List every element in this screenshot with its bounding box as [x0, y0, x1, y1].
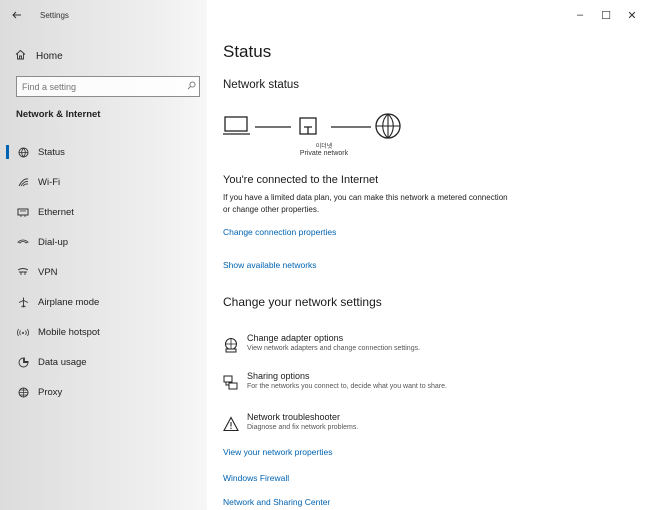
sidebar-item-ethernet[interactable]: Ethernet: [0, 197, 207, 227]
ethernet-port-icon: [299, 117, 317, 135]
view-network-properties-link[interactable]: View your network properties: [223, 447, 332, 457]
back-button[interactable]: [4, 2, 30, 28]
home-icon: [8, 47, 32, 65]
option-description: View network adapters and change connect…: [247, 345, 421, 352]
sidebar-item-wifi[interactable]: Wi-Fi: [0, 167, 207, 197]
wifi-icon: [14, 177, 32, 188]
sidebar-item-label: Mobile hotspot: [38, 326, 100, 338]
status-globe-icon: [14, 147, 32, 158]
home-nav-item[interactable]: Home: [0, 45, 63, 67]
arrow-left-icon: [12, 11, 21, 19]
section-title: Network & Internet: [16, 109, 101, 120]
sidebar-item-label: Data usage: [38, 356, 87, 368]
adapter-icon: [223, 337, 239, 353]
network-diagram: 이더넷 Private network: [223, 108, 423, 166]
dialup-icon: [14, 237, 32, 247]
option-title: Change adapter options: [247, 333, 344, 343]
data-usage-icon: [14, 357, 32, 368]
sidebar-item-label: Airplane mode: [38, 296, 100, 308]
sidebar-item-hotspot[interactable]: Mobile hotspot: [0, 317, 207, 347]
home-label: Home: [36, 50, 63, 62]
search-box[interactable]: [16, 76, 200, 97]
sharing-options[interactable]: Sharing options For the networks you con…: [223, 371, 523, 399]
sidebar-item-label: Dial-up: [38, 236, 69, 248]
sidebar-item-airplane[interactable]: Airplane mode: [0, 287, 207, 317]
warning-icon: [223, 416, 239, 432]
window-title: Settings: [40, 10, 69, 20]
sidebar: Settings Home Network & Internet Status: [0, 0, 207, 510]
sidebar-nav: Status Wi-Fi Ethernet Dial-up VPN Airpla…: [0, 137, 207, 407]
sharing-icon: [223, 375, 239, 391]
show-available-networks-link[interactable]: Show available networks: [223, 260, 317, 270]
sidebar-item-label: Status: [38, 146, 65, 158]
change-settings-heading: Change your network settings: [223, 295, 382, 309]
page-title: Status: [223, 42, 272, 61]
network-status-heading: Network status: [223, 79, 300, 91]
maximize-button[interactable]: ☐: [595, 0, 617, 30]
network-troubleshooter[interactable]: Network troubleshooter Diagnose and fix …: [223, 412, 523, 440]
change-adapter-options[interactable]: Change adapter options View network adap…: [223, 333, 523, 361]
close-button[interactable]: ✕: [621, 0, 643, 30]
sidebar-item-status[interactable]: Status: [0, 137, 207, 167]
ethernet-icon: [14, 207, 32, 218]
sidebar-item-label: Ethernet: [38, 206, 74, 218]
settings-window: Settings Home Network & Internet Status: [0, 0, 647, 510]
connected-description: If you have a limited data plan, you can…: [223, 193, 508, 214]
network-sharing-center-link[interactable]: Network and Sharing Center: [223, 497, 330, 507]
network-type: Private network: [299, 150, 349, 157]
search-icon[interactable]: [183, 81, 199, 92]
change-connection-properties-link[interactable]: Change connection properties: [223, 227, 336, 237]
network-name: 이더넷: [315, 144, 333, 150]
sidebar-item-dialup[interactable]: Dial-up: [0, 227, 207, 257]
option-description: Diagnose and fix network problems.: [247, 424, 359, 431]
option-title: Sharing options: [247, 371, 310, 381]
sidebar-item-label: VPN: [38, 266, 58, 278]
airplane-icon: [14, 297, 32, 308]
window-controls: – ☐ ✕: [569, 0, 647, 30]
main-content: – ☐ ✕ Status Network status 이더넷 Private …: [207, 0, 647, 510]
sidebar-item-label: Wi-Fi: [38, 176, 61, 188]
windows-firewall-link[interactable]: Windows Firewall: [223, 473, 289, 483]
search-input[interactable]: [17, 77, 183, 96]
laptop-icon: [223, 116, 250, 135]
option-description: For the networks you connect to, decide …: [247, 383, 447, 390]
title-bar: Settings: [0, 0, 207, 30]
sidebar-item-data-usage[interactable]: Data usage: [0, 347, 207, 377]
option-title: Network troubleshooter: [247, 412, 341, 422]
sidebar-item-proxy[interactable]: Proxy: [0, 377, 207, 407]
sidebar-item-label: Proxy: [38, 386, 63, 398]
hotspot-icon: [14, 327, 32, 337]
vpn-icon: [14, 267, 32, 277]
internet-globe-icon: [375, 113, 401, 139]
connected-title: You're connected to the Internet: [223, 174, 379, 186]
globe-icon: [14, 387, 32, 398]
sidebar-item-vpn[interactable]: VPN: [0, 257, 207, 287]
minimize-button[interactable]: –: [569, 0, 591, 30]
